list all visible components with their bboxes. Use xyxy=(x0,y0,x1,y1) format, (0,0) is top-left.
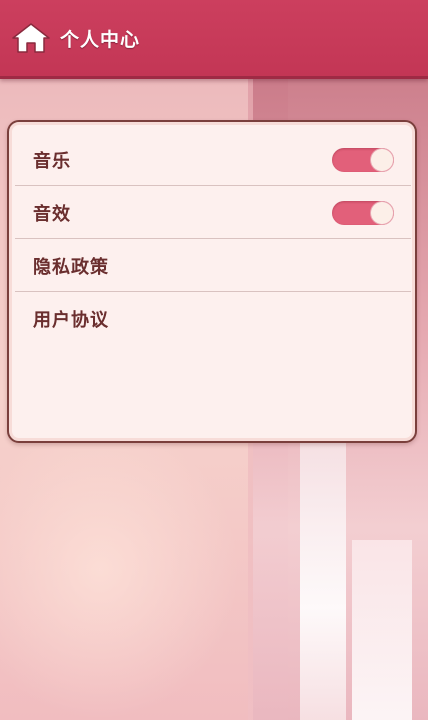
background-window-frame xyxy=(300,440,346,720)
sound-effects-toggle[interactable] xyxy=(332,201,394,225)
home-icon[interactable] xyxy=(10,21,52,55)
app-screen: 个人中心 音乐 音效 隐私政策 用户协议 xyxy=(0,0,428,720)
settings-row-privacy-policy[interactable]: 隐私政策 xyxy=(15,240,411,292)
music-toggle-knob xyxy=(371,149,393,171)
privacy-policy-label: 隐私政策 xyxy=(33,257,109,278)
divider xyxy=(15,185,411,186)
music-label: 音乐 xyxy=(33,151,71,172)
divider xyxy=(15,291,411,292)
divider xyxy=(15,238,411,239)
background-glow xyxy=(0,420,240,720)
background-window-light xyxy=(352,540,412,720)
user-agreement-label: 用户协议 xyxy=(33,310,109,331)
settings-row-music: 音乐 xyxy=(15,134,411,186)
music-toggle[interactable] xyxy=(332,148,394,172)
sound-effects-label: 音效 xyxy=(33,204,71,225)
settings-row-sound-effects: 音效 xyxy=(15,187,411,239)
page-title: 个人中心 xyxy=(60,28,141,51)
settings-row-user-agreement[interactable]: 用户协议 xyxy=(15,293,411,345)
sound-effects-toggle-knob xyxy=(371,202,393,224)
settings-panel: 音乐 音效 隐私政策 用户协议 xyxy=(7,120,417,443)
header-bar: 个人中心 xyxy=(0,0,428,79)
